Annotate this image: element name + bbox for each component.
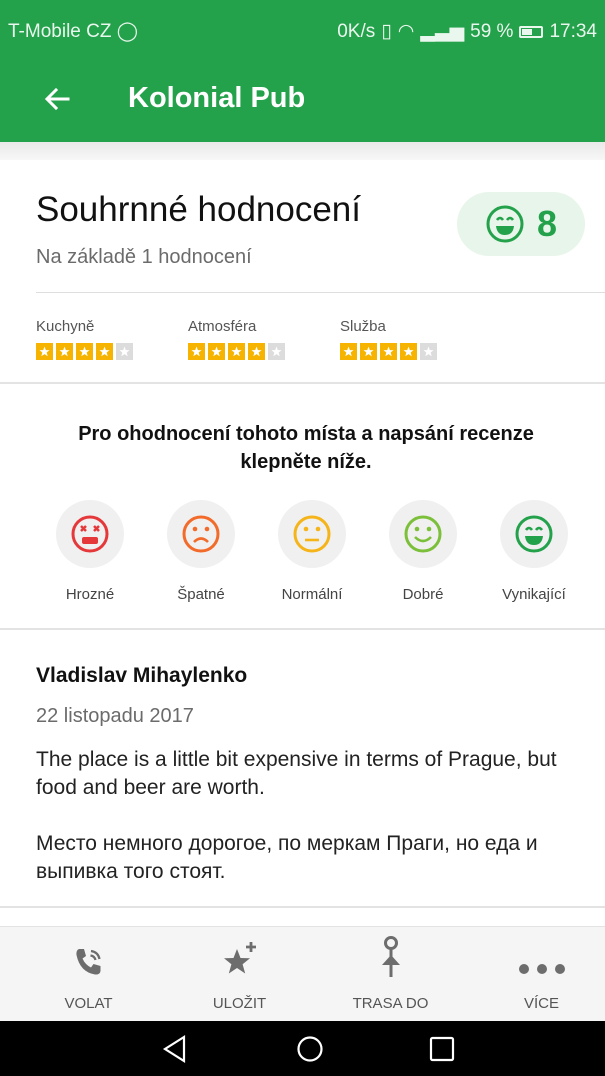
rate-terrible-button[interactable]: Hrozné <box>35 500 145 603</box>
more-button[interactable]: VÍCE <box>466 927 605 1022</box>
star-icon <box>228 343 245 360</box>
app-bar: Kolonial Pub <box>0 58 605 142</box>
rate-prompt: Pro ohodnocení tohoto místa a napsání re… <box>78 423 534 473</box>
carrier-label: T-Mobile CZ ◯ <box>8 21 139 42</box>
rating-service: Služba <box>340 318 437 360</box>
battery-icon <box>519 25 544 38</box>
call-button[interactable]: VOLAT <box>13 927 164 1022</box>
sad-face-icon <box>182 515 220 553</box>
save-button[interactable]: ULOŽIT <box>164 927 315 1022</box>
smile-face-icon <box>404 515 442 553</box>
mood-label: Špatné <box>177 586 225 603</box>
star-empty-icon <box>420 343 437 360</box>
star-icon <box>76 343 93 360</box>
star-icon <box>208 343 225 360</box>
star-icon <box>380 343 397 360</box>
terrible-face-icon <box>71 515 109 553</box>
rating-label: Atmosféra <box>188 318 257 335</box>
status-bar: T-Mobile CZ ◯ 0K/s ▯ ◠ ▂▃▅ 59 % 17:34 <box>0 0 605 58</box>
rating-label: Kuchyně <box>36 318 95 335</box>
summary-subtitle: Na základě 1 hodnocení <box>36 246 252 268</box>
review-author: Vladislav Mihaylenko <box>36 664 248 687</box>
section-divider <box>0 382 605 384</box>
nav-label: VOLAT <box>64 995 113 1012</box>
vibrate-icon: ▯ <box>381 21 392 42</box>
star-icon <box>360 343 377 360</box>
home-circle-icon[interactable] <box>290 1029 330 1069</box>
mood-label: Dobré <box>402 586 444 603</box>
star-icon <box>56 343 73 360</box>
star-empty-icon <box>268 343 285 360</box>
clock: 17:34 <box>549 20 597 42</box>
phone-icon <box>13 927 164 979</box>
rate-bad-button[interactable]: Špatné <box>146 500 256 603</box>
review-date: 22 listopadu 2017 <box>36 705 194 727</box>
rating-label: Služba <box>340 318 386 335</box>
network-speed: 0K/s <box>337 20 376 42</box>
page-title: Kolonial Pub <box>128 82 306 114</box>
divider <box>36 292 605 293</box>
rate-good-button[interactable]: Dobré <box>368 500 478 603</box>
summary-title: Souhrnné hodnocení <box>36 190 361 229</box>
star-icon <box>188 343 205 360</box>
star-rating <box>188 343 285 360</box>
star-icon <box>96 343 113 360</box>
battery-percent: 59 % <box>470 20 514 42</box>
star-icon <box>400 343 417 360</box>
section-divider <box>0 906 605 908</box>
sync-icon: ◯ <box>116 21 139 42</box>
review-text: The place is a little bit expensive in t… <box>36 746 584 886</box>
star-add-icon <box>164 927 315 979</box>
rate-excellent-button[interactable]: Vynikající <box>479 500 589 603</box>
nav-label: VÍCE <box>523 995 559 1012</box>
back-triangle-icon[interactable] <box>155 1029 195 1069</box>
rating-kitchen: Kuchyně <box>36 318 133 360</box>
star-icon <box>36 343 53 360</box>
status-right: 0K/s ▯ ◠ ▂▃▅ 59 % 17:34 <box>337 20 597 43</box>
review-text-en: The place is a little bit expensive in t… <box>36 748 557 799</box>
mood-label: Hrozné <box>65 586 115 603</box>
star-rating <box>340 343 437 360</box>
score-value: 8 <box>536 203 558 244</box>
route-pin-icon <box>315 927 466 979</box>
rate-normal-button[interactable]: Normální <box>257 500 367 603</box>
arrow-left-icon[interactable] <box>34 76 80 122</box>
grinning-face-icon <box>486 205 524 243</box>
system-nav-bar <box>0 1021 605 1076</box>
star-rating <box>36 343 133 360</box>
bottom-action-bar: VOLAT ULOŽIT TRASA DO VÍCE <box>0 926 605 1021</box>
neutral-face-icon <box>293 515 331 553</box>
wifi-icon: ◠ <box>397 21 415 42</box>
rating-atmosphere: Atmosféra <box>188 318 285 360</box>
more-dots-icon <box>466 927 605 979</box>
route-button[interactable]: TRASA DO <box>315 927 466 1022</box>
star-empty-icon <box>116 343 133 360</box>
review-text-ru: Место немного дорогое, по меркам Праги, … <box>36 832 538 883</box>
nav-label: TRASA DO <box>352 995 429 1012</box>
app-bar-shadow <box>0 142 605 160</box>
section-divider <box>0 628 605 630</box>
grinning-face-icon <box>515 515 553 553</box>
star-icon <box>248 343 265 360</box>
recents-square-icon[interactable] <box>422 1029 462 1069</box>
star-icon <box>340 343 357 360</box>
mood-label: Vynikající <box>502 586 566 603</box>
signal-icon: ▂▃▅ <box>420 21 465 42</box>
score-badge: 8 <box>457 192 585 256</box>
mood-label: Normální <box>281 586 343 603</box>
nav-label: ULOŽIT <box>212 995 267 1012</box>
